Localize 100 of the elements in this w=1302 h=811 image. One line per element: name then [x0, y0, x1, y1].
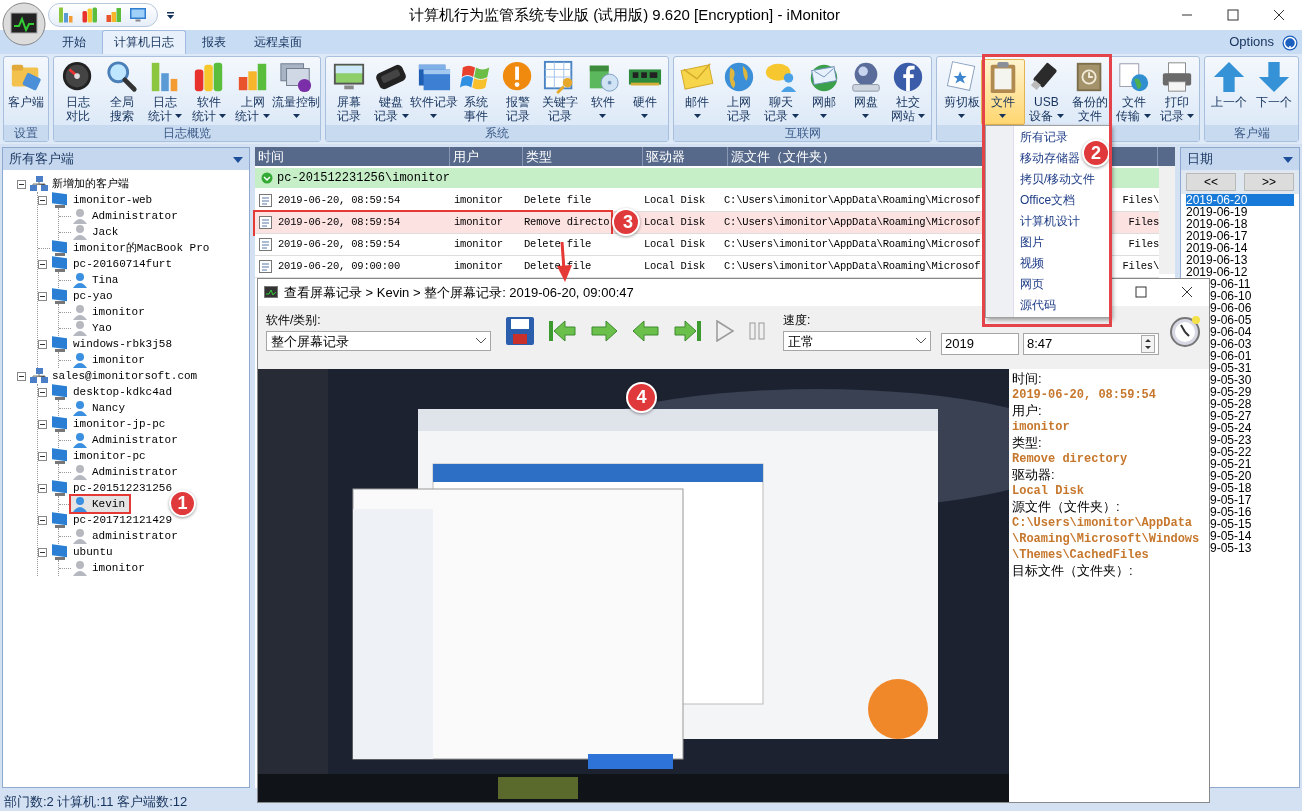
ribbon-button[interactable]: 社交 网站	[886, 59, 930, 125]
ribbon-button[interactable]: 报警 记录	[497, 59, 540, 125]
date-item[interactable]: 9-05-30	[1210, 374, 1294, 386]
date-item[interactable]: 9-05-31	[1210, 362, 1294, 374]
date-item[interactable]: 9-05-22	[1210, 446, 1294, 458]
date-item[interactable]: 9-05-29	[1210, 386, 1294, 398]
ribbon-button[interactable]: 软件	[581, 59, 624, 125]
date-item[interactable]: 2019-06-20	[1186, 194, 1294, 206]
ribbon-button[interactable]: 聊天 记录	[760, 59, 803, 125]
bar-chart-icon[interactable]	[105, 6, 123, 24]
date-item[interactable]: 9-06-03	[1210, 338, 1294, 350]
ribbon-button[interactable]: 剪切板	[942, 59, 981, 125]
collapse-icon[interactable]	[17, 179, 26, 189]
ribbon-button[interactable]: 打印 记录	[1155, 59, 1199, 125]
tree-item[interactable]: pc-20160714furt	[50, 255, 177, 273]
speed-select[interactable]: 正常	[783, 331, 931, 352]
collapse-icon[interactable]	[38, 339, 47, 349]
maximize-icon[interactable]	[1135, 286, 1147, 299]
date-item[interactable]: 9-05-28	[1210, 398, 1294, 410]
date-item[interactable]: 9-05-18	[1210, 482, 1294, 494]
bar-chart-icon[interactable]	[81, 6, 99, 24]
ribbon-tab[interactable]: 报表	[190, 30, 238, 54]
ribbon-button[interactable]: 硬件	[623, 59, 666, 125]
menu-item[interactable]: Office文档	[1020, 190, 1076, 211]
menu-item[interactable]: 图片	[1020, 232, 1044, 253]
help-icon[interactable]	[1282, 34, 1298, 51]
ribbon-button[interactable]: 文件	[981, 59, 1025, 125]
dropdown-icon[interactable]	[1283, 156, 1293, 163]
collapse-icon[interactable]	[38, 547, 47, 557]
collapse-icon[interactable]	[38, 483, 47, 493]
tree-item[interactable]: Tina	[71, 271, 123, 289]
options-menu[interactable]: Options	[1229, 32, 1274, 52]
menu-item[interactable]: 所有记录	[1020, 127, 1068, 148]
bar-chart-icon[interactable]	[57, 6, 75, 24]
ribbon-button[interactable]: 关键字 记录	[539, 59, 582, 125]
save-icon[interactable]	[505, 316, 535, 347]
collapse-icon[interactable]	[38, 387, 47, 397]
ribbon-button[interactable]: 软件 统计	[187, 59, 231, 125]
date-item[interactable]: 9-05-14	[1210, 530, 1294, 542]
collapse-icon[interactable]	[38, 451, 47, 461]
tree-item[interactable]: ubuntu	[50, 543, 117, 561]
date-item[interactable]: 9-05-20	[1210, 470, 1294, 482]
tree-item[interactable]: Jack	[71, 223, 123, 241]
date-item[interactable]: 2019-06-14	[1186, 242, 1294, 254]
ribbon-tab[interactable]: 远程桌面	[242, 30, 314, 54]
date-item[interactable]: 9-06-05	[1210, 314, 1294, 326]
ribbon-button[interactable]: 客户端	[6, 59, 46, 125]
tree-item[interactable]: 新增加的客户端	[29, 175, 133, 193]
tree-item[interactable]: Kevin	[71, 495, 129, 513]
date-item[interactable]: 9-05-23	[1210, 434, 1294, 446]
ribbon-button[interactable]: 全局 搜索	[99, 59, 144, 125]
tree-item[interactable]: desktop-kdkc4ad	[50, 383, 177, 401]
tree-item[interactable]: Yao	[71, 319, 116, 337]
ribbon-button[interactable]: 备份的 文件	[1068, 59, 1112, 125]
ribbon-tab[interactable]: 开始	[50, 30, 98, 54]
previous-button[interactable]: <<	[1186, 173, 1236, 191]
tree-item[interactable]: Nancy	[71, 399, 129, 417]
date-item[interactable]: 2019-06-17	[1186, 230, 1294, 242]
clock-icon[interactable]	[1169, 315, 1201, 348]
menu-item[interactable]: 视频	[1020, 253, 1044, 274]
menu-item[interactable]: 计算机设计	[1020, 211, 1080, 232]
tree-item[interactable]: sales@imonitorsoft.com	[29, 367, 202, 385]
menu-item[interactable]: 拷贝/移动文件	[1020, 169, 1096, 190]
monitor-icon[interactable]	[129, 6, 147, 24]
tree-item[interactable]: pc-yao	[50, 287, 117, 305]
ribbon-button[interactable]: 上网 记录	[718, 59, 761, 125]
date-field[interactable]: 2019	[941, 333, 1019, 355]
ribbon-button[interactable]: 日志 统计	[143, 59, 187, 125]
date-item[interactable]: 9-05-13	[1210, 542, 1294, 554]
ribbon-button[interactable]: 文件 传输	[1111, 59, 1156, 125]
collapse-icon[interactable]	[38, 195, 47, 205]
menu-item[interactable]: 移动存储器	[1020, 148, 1080, 169]
date-item[interactable]: 9-05-27	[1210, 410, 1294, 422]
next-button[interactable]: >>	[1244, 173, 1294, 191]
maximize-icon[interactable]	[1227, 9, 1239, 21]
close-icon[interactable]	[1273, 9, 1285, 21]
ribbon-button[interactable]: 上一个	[1207, 59, 1252, 125]
collapse-icon[interactable]	[17, 371, 26, 381]
date-item[interactable]: 2019-06-18	[1186, 218, 1294, 230]
date-item[interactable]: 9-06-11	[1210, 278, 1294, 290]
arrow-left-icon[interactable]	[631, 318, 661, 345]
time-field[interactable]: 8:47	[1023, 333, 1159, 355]
collapse-icon[interactable]	[38, 291, 47, 301]
collapse-icon[interactable]	[38, 259, 47, 269]
tree-item[interactable]: imonitor-web	[50, 191, 157, 209]
menu-item[interactable]: 源代码	[1020, 295, 1056, 316]
tree-item[interactable]: administrator	[71, 527, 182, 545]
date-item[interactable]: 2019-06-13	[1186, 254, 1294, 266]
ribbon-button[interactable]: 日志 对比	[56, 59, 100, 125]
date-item[interactable]: 9-06-01	[1210, 350, 1294, 362]
date-item[interactable]: 9-05-16	[1210, 506, 1294, 518]
collapse-icon[interactable]	[38, 515, 47, 525]
ribbon-button[interactable]: 网盘	[844, 59, 887, 125]
ribbon-button[interactable]: 网邮	[802, 59, 845, 125]
spinner-icon[interactable]	[1141, 335, 1155, 353]
ribbon-button[interactable]: 屏幕 记录	[328, 59, 371, 125]
customize-icon[interactable]	[166, 11, 175, 20]
date-item[interactable]: 9-05-21	[1210, 458, 1294, 470]
date-item[interactable]: 2019-06-12	[1186, 266, 1294, 278]
skip-back-icon[interactable]	[547, 318, 577, 345]
